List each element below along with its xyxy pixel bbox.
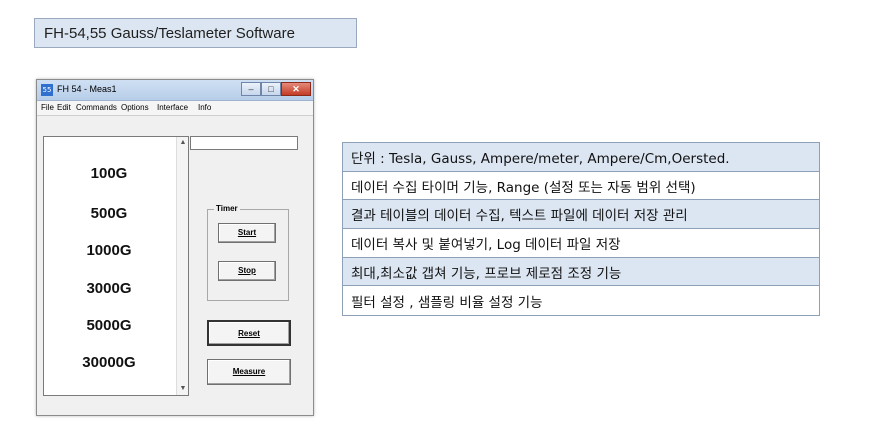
feature-row: 데이터 수집 타이머 기능, Range (설정 또는 자동 범위 선택) — [343, 171, 819, 201]
start-button[interactable]: Start — [218, 223, 276, 243]
scroll-up-icon[interactable]: ▲ — [177, 137, 189, 149]
list-item[interactable]: 3000G — [44, 280, 174, 297]
menu-bar: File Edit Commands Options Interface Inf… — [37, 101, 313, 116]
menu-file[interactable]: File — [41, 103, 54, 112]
range-list[interactable]: 100G 500G 1000G 3000G 5000G 30000G ▲ ▼ — [43, 136, 189, 396]
feature-row: 데이터 복사 및 붙여넣기, Log 데이터 파일 저장 — [343, 229, 819, 258]
minimize-icon[interactable]: – — [241, 82, 261, 96]
window-title: FH 54 - Meas1 — [57, 84, 117, 94]
timer-group-label: Timer — [214, 204, 240, 213]
software-title: FH-54,55 Gauss/Teslameter Software — [34, 18, 357, 48]
list-item[interactable]: 1000G — [44, 242, 174, 259]
list-item[interactable]: 500G — [44, 205, 174, 222]
maximize-icon[interactable]: □ — [261, 82, 281, 96]
measure-button[interactable]: Measure — [207, 359, 291, 385]
feature-row: 필터 설정 , 샘플링 비율 설정 기능 — [343, 286, 819, 316]
window-titlebar[interactable]: 55 FH 54 - Meas1 – □ ✕ — [37, 80, 313, 101]
app-window: 55 FH 54 - Meas1 – □ ✕ File Edit Command… — [36, 79, 314, 416]
timer-group: Timer Start Stop — [207, 204, 289, 301]
stop-button[interactable]: Stop — [218, 261, 276, 281]
menu-interface[interactable]: Interface — [157, 103, 188, 112]
feature-list: 단위 : Tesla, Gauss, Ampere/meter, Ampere/… — [342, 142, 820, 317]
menu-commands[interactable]: Commands — [76, 103, 117, 112]
close-icon[interactable]: ✕ — [281, 82, 311, 96]
scroll-down-icon[interactable]: ▼ — [177, 383, 189, 395]
reset-button[interactable]: Reset — [207, 320, 291, 346]
measurement-readout — [190, 136, 298, 150]
feature-row: 최대,최소값 갭쳐 기능, 프로브 제로점 조정 기능 — [343, 257, 819, 287]
list-item[interactable]: 100G — [44, 165, 174, 182]
menu-options[interactable]: Options — [121, 103, 149, 112]
list-item[interactable]: 5000G — [44, 317, 174, 334]
app-icon: 55 — [41, 84, 53, 96]
menu-info[interactable]: Info — [198, 103, 211, 112]
list-scrollbar[interactable]: ▲ ▼ — [176, 137, 188, 395]
feature-row: 단위 : Tesla, Gauss, Ampere/meter, Ampere/… — [343, 143, 819, 172]
menu-edit[interactable]: Edit — [57, 103, 71, 112]
feature-row: 결과 테이블의 데이터 수집, 텍스트 파일에 데이터 저장 관리 — [343, 200, 819, 230]
list-item[interactable]: 30000G — [44, 354, 174, 371]
window-client: 100G 500G 1000G 3000G 5000G 30000G ▲ ▼ T… — [37, 116, 313, 415]
